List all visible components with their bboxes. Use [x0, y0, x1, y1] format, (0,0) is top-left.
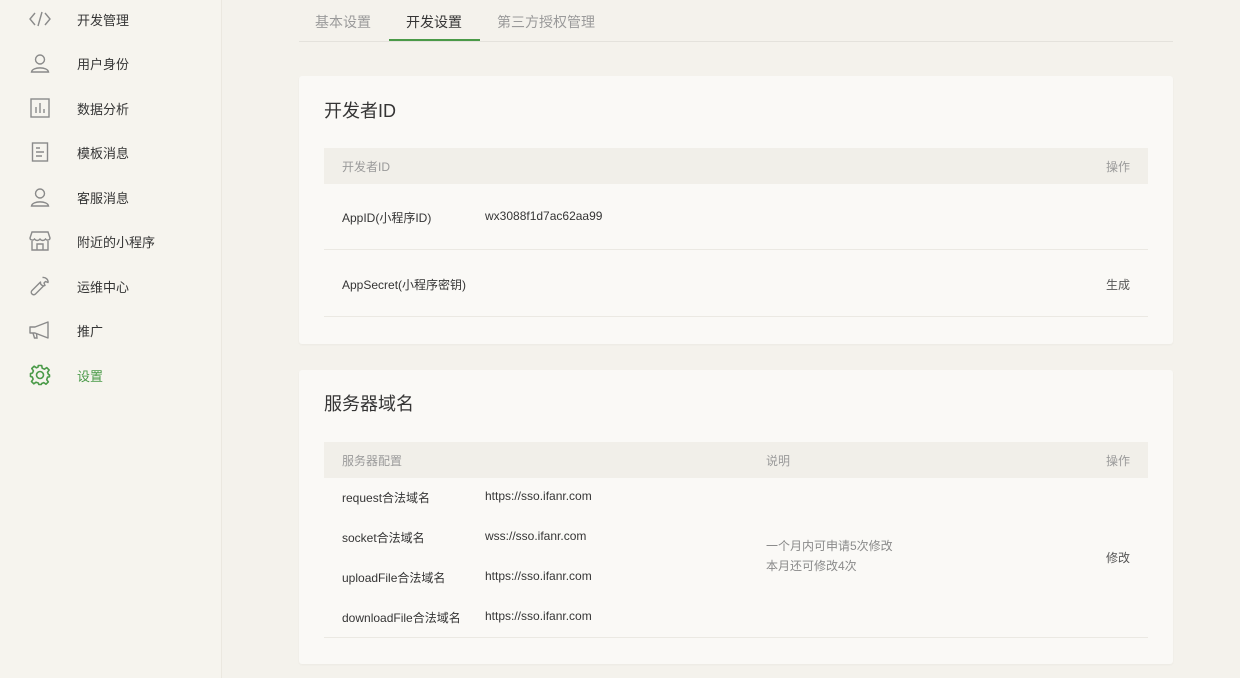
domain-value-download: https://sso.ifanr.com: [485, 609, 592, 623]
gear-icon: [28, 363, 52, 387]
store-icon: [28, 229, 52, 253]
sidebar-item-dev-management[interactable]: 开发管理: [0, 0, 222, 41]
sidebar-item-label: 数据分析: [77, 101, 130, 117]
wrench-icon: [28, 274, 52, 298]
sidebar-item-label: 模板消息: [77, 145, 130, 161]
table-row: AppID(小程序ID) wx3088f1d7ac62aa99: [324, 184, 1148, 250]
support-user-icon: [28, 185, 52, 209]
sidebar-item-label: 客服消息: [77, 190, 130, 206]
domain-value-request: https://sso.ifanr.com: [485, 489, 592, 503]
table-header: 服务器配置 说明 操作: [324, 442, 1148, 478]
generate-secret-link[interactable]: 生成: [1106, 276, 1130, 293]
developer-id-card: 开发者ID 开发者ID 操作 AppID(小程序ID) wx3088f1d7ac…: [299, 76, 1173, 344]
domain-label-socket: socket合法域名: [342, 531, 425, 545]
sidebar-item-label: 运维中心: [77, 279, 130, 295]
row-label: AppSecret(小程序密钥): [342, 278, 467, 292]
table-header: 开发者ID 操作: [324, 148, 1148, 184]
domain-label-request: request合法域名: [342, 491, 431, 505]
sidebar-item-promotion[interactable]: 推广: [0, 308, 222, 352]
sidebar: 开发管理 用户身份 数据分析 模板消息 客服消息 附近的小程序 运维中心 推广 …: [0, 0, 222, 678]
domain-value-upload: https://sso.ifanr.com: [485, 569, 592, 583]
active-tab-indicator: [389, 39, 480, 41]
sidebar-item-data-analysis[interactable]: 数据分析: [0, 86, 222, 130]
sidebar-item-user-identity[interactable]: 用户身份: [0, 41, 222, 85]
megaphone-icon: [28, 318, 52, 342]
sidebar-item-template-messages[interactable]: 模板消息: [0, 130, 222, 174]
modify-link[interactable]: 修改: [1106, 549, 1130, 566]
sidebar-item-label: 设置: [77, 368, 104, 384]
sidebar-item-label: 开发管理: [77, 12, 130, 28]
app-id-value: wx3088f1d7ac62aa99: [485, 209, 603, 223]
sidebar-item-ops-center[interactable]: 运维中心: [0, 264, 222, 308]
column-header-description: 说明: [766, 454, 791, 468]
tab-basic-settings[interactable]: 基本设置: [315, 12, 371, 42]
sidebar-item-label: 推广: [77, 323, 104, 339]
domain-label-upload: uploadFile合法域名: [342, 571, 446, 585]
modify-limit-note: 一个月内可申请5次修改: [766, 539, 893, 553]
user-icon: [28, 51, 52, 75]
row-label: AppID(小程序ID): [342, 211, 432, 225]
sidebar-item-label: 附近的小程序: [77, 234, 156, 250]
chart-icon: [28, 96, 52, 120]
sidebar-item-nearby-miniprogram[interactable]: 附近的小程序: [0, 219, 222, 263]
tab-bar: 基本设置 开发设置 第三方授权管理: [299, 0, 1173, 42]
column-header-action: 操作: [1106, 160, 1131, 174]
tab-third-party-auth[interactable]: 第三方授权管理: [497, 12, 595, 42]
document-icon: [28, 140, 52, 164]
domain-value-socket: wss://sso.ifanr.com: [485, 529, 587, 543]
main-content: 基本设置 开发设置 第三方授权管理 开发者ID 开发者ID 操作 AppID(小…: [222, 0, 1240, 678]
sidebar-item-settings[interactable]: 设置: [0, 353, 222, 397]
server-domain-row: request合法域名 https://sso.ifanr.com socket…: [324, 478, 1148, 638]
column-header-action: 操作: [1106, 454, 1131, 468]
column-header-developer-id: 开发者ID: [342, 160, 391, 174]
domain-label-download: downloadFile合法域名: [342, 611, 461, 625]
remaining-modify-note: 本月还可修改4次: [766, 559, 857, 573]
tab-dev-settings[interactable]: 开发设置: [406, 12, 462, 42]
card-title: 开发者ID: [324, 101, 396, 121]
code-icon: [28, 7, 52, 31]
sidebar-item-customer-service[interactable]: 客服消息: [0, 175, 222, 219]
card-title: 服务器域名: [324, 394, 414, 414]
sidebar-item-label: 用户身份: [77, 56, 130, 72]
server-domain-card: 服务器域名 服务器配置 说明 操作 request合法域名 https://ss…: [299, 370, 1173, 664]
table-row: AppSecret(小程序密钥) 生成: [324, 250, 1148, 317]
column-header-server-config: 服务器配置: [342, 454, 403, 468]
